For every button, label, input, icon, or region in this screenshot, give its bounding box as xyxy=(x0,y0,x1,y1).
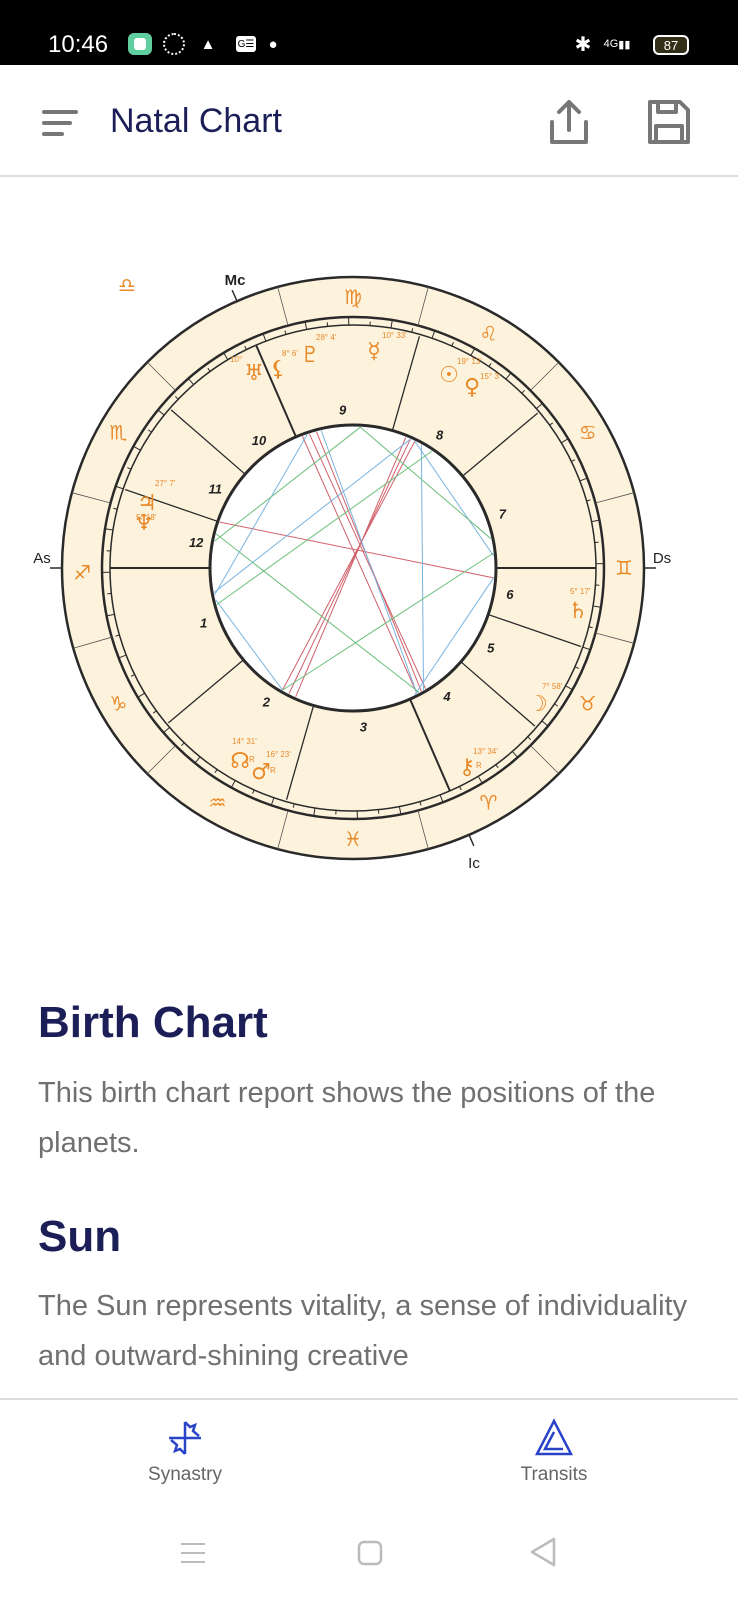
planet-retrograde-chiron: R xyxy=(476,761,482,770)
planet-degree-mars: 16° 23' xyxy=(266,750,291,759)
zodiac-sign-glyph: ♌︎ xyxy=(480,321,498,345)
house-number: 8 xyxy=(436,428,444,443)
house-number: 3 xyxy=(360,720,368,735)
planet-glyph-chiron: ⚷ xyxy=(459,755,475,780)
planet-degree-saturn: 5° 17' xyxy=(570,587,591,596)
house-number: 2 xyxy=(262,694,271,709)
zodiac-sign-glyph: ♍︎ xyxy=(344,285,362,309)
planet-glyph-mars: ♂ xyxy=(251,760,271,785)
zodiac-sign-glyph: ♊︎ xyxy=(615,556,633,580)
planet-degree-chiron: 13° 34' xyxy=(473,747,498,756)
system-nav xyxy=(0,1498,738,1600)
angle-marker-ic xyxy=(468,834,475,847)
house-number: 6 xyxy=(506,587,514,602)
planet-degree-pluto: 28° 4' xyxy=(316,333,337,342)
bottom-nav: Synastry Transits xyxy=(0,1398,738,1498)
angle-marker-mc xyxy=(231,289,238,302)
planet-glyph-venus: ♀ xyxy=(464,375,480,400)
transits-label: Transits xyxy=(520,1464,588,1485)
planet-degree-jupiter: 27° 7' xyxy=(155,479,176,488)
zodiac-sign-glyph: ♑︎ xyxy=(109,692,127,716)
angle-label-mc: Mc xyxy=(225,272,246,289)
house-number: 1 xyxy=(200,615,207,630)
planet-degree-node: 14° 31' xyxy=(232,737,257,746)
home-icon[interactable] xyxy=(355,1538,385,1568)
house-number: 4 xyxy=(442,689,451,704)
section-heading-birth-chart: Birth Chart xyxy=(38,998,268,1047)
angle-label-asc: As xyxy=(33,550,51,567)
nav-transits[interactable]: Transits xyxy=(474,1418,634,1486)
planet-glyph-sun: ☉ xyxy=(439,363,459,388)
planet-glyph-saturn: ♄ xyxy=(568,599,588,624)
planet-degree-uranus: 10° xyxy=(230,355,242,364)
planet-glyph-mercury: ☿ xyxy=(367,339,381,364)
aspect-circle xyxy=(208,423,498,713)
planet-glyph-uranus: ♅ xyxy=(244,361,264,386)
planet-degree-mercury: 10° 33' xyxy=(382,331,407,340)
recents-icon[interactable] xyxy=(178,1538,208,1568)
synastry-label: Synastry xyxy=(148,1464,222,1485)
planet-degree-moon: 7° 58' xyxy=(542,682,563,691)
house-number: 10 xyxy=(252,433,267,448)
house-number: 11 xyxy=(209,482,223,497)
section-text-sun: The Sun represents vitality, a sense of … xyxy=(38,1290,688,1372)
house-number: 12 xyxy=(189,535,204,550)
natal-chart-wheel: ♐︎♑︎♒︎♓︎♈︎♉︎♊︎♋︎♌︎♍︎♎︎♏︎123456789101112A… xyxy=(33,272,671,872)
nav-synastry[interactable]: Synastry xyxy=(105,1418,265,1486)
section-heading-sun: Sun xyxy=(38,1212,122,1261)
zodiac-sign-glyph: ♒︎ xyxy=(209,791,227,815)
angle-label-ic: Ic xyxy=(468,855,480,872)
planet-glyph-pluto: ♇ xyxy=(300,343,320,368)
transits-icon xyxy=(534,1418,574,1456)
zodiac-sign-glyph: ♋︎ xyxy=(579,421,597,445)
house-number: 5 xyxy=(487,641,495,656)
back-icon[interactable] xyxy=(528,1536,558,1568)
planet-degree-sun: 19° 13' xyxy=(457,357,482,366)
section-text-birth-chart: This birth chart report shows the positi… xyxy=(38,1077,656,1159)
planet-glyph-node: ☊ xyxy=(230,749,250,774)
planet-degree-neptune: 5° 18' xyxy=(136,513,157,522)
zodiac-sign-glyph: ♐︎ xyxy=(73,561,91,585)
house-number: 9 xyxy=(339,402,347,417)
planet-degree-venus: 15° 3' xyxy=(480,372,501,381)
angle-label-desc: Ds xyxy=(653,550,671,567)
zodiac-sign-glyph: ♏︎ xyxy=(109,421,127,445)
house-number: 7 xyxy=(499,507,507,522)
zodiac-sign-glyph: ♎︎ xyxy=(118,273,136,297)
synastry-icon xyxy=(169,1421,201,1455)
zodiac-sign-glyph: ♈︎ xyxy=(480,791,498,815)
zodiac-sign-glyph: ♉︎ xyxy=(579,692,597,716)
planet-retrograde-mars: R xyxy=(270,766,276,775)
planet-glyph-lilith: ⚸ xyxy=(270,357,286,382)
planet-glyph-moon: ☽ xyxy=(528,692,548,717)
zodiac-sign-glyph: ♓︎ xyxy=(344,827,362,851)
planet-degree-lilith: 8° 6' xyxy=(282,349,298,358)
